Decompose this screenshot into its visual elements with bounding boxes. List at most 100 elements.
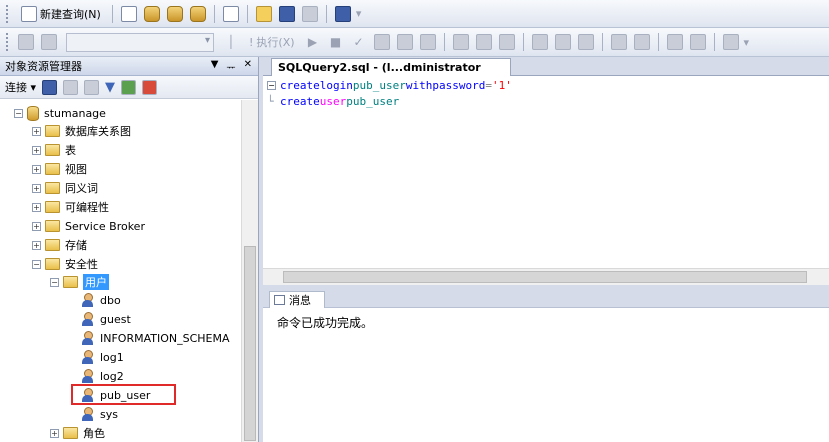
expand-icon[interactable]: +: [32, 145, 41, 155]
cancel-query-button[interactable]: ■: [326, 32, 346, 52]
activity-monitor-button[interactable]: [333, 4, 353, 24]
dmx-query-button[interactable]: [188, 4, 208, 24]
keyword: create: [280, 79, 320, 92]
tree-node-views[interactable]: + 视图: [32, 160, 87, 178]
tree-node-service-broker[interactable]: + Service Broker: [32, 217, 145, 235]
tree-node-security[interactable]: − 安全性: [32, 255, 98, 273]
editor-horizontal-scrollbar[interactable]: [263, 268, 829, 285]
code-line-1[interactable]: − create login pub_user with password = '…: [267, 78, 512, 93]
new-query-icon[interactable]: [142, 79, 158, 95]
folder-icon: [45, 125, 60, 137]
code-line-2[interactable]: └ create user pub_user: [267, 94, 399, 109]
sql-editor[interactable]: − create login pub_user with password = '…: [263, 76, 829, 274]
toolbar-overflow-icon[interactable]: ▾: [744, 36, 750, 49]
folder-icon: [45, 220, 60, 232]
collapse-region-icon[interactable]: −: [267, 81, 276, 90]
tree-node-users[interactable]: − 用户: [50, 273, 109, 291]
toolbar-separator: [601, 33, 603, 51]
user-icon: [81, 293, 95, 307]
expand-icon[interactable]: +: [32, 183, 41, 193]
connect-server-icon[interactable]: [42, 79, 58, 95]
parse-button[interactable]: ✓: [349, 32, 369, 52]
keyword: create: [280, 95, 320, 108]
scrollbar-thumb[interactable]: [244, 246, 256, 441]
tab-sqlquery2[interactable]: SQLQuery2.sql - (l...dministrator (54))*: [271, 58, 511, 87]
open-folder-icon: [255, 5, 272, 22]
uncomment-button[interactable]: [632, 32, 652, 52]
include-plan-button[interactable]: [474, 32, 494, 52]
change-connection-button[interactable]: [39, 32, 59, 52]
expand-icon[interactable]: +: [32, 202, 41, 212]
tree-node-synonyms[interactable]: + 同义词: [32, 179, 98, 197]
connect-dropdown[interactable]: 连接 ▾: [5, 79, 36, 95]
tree-node-tables[interactable]: + 表: [32, 141, 76, 159]
tree-node-user-dbo[interactable]: dbo: [81, 291, 121, 309]
scrollbar-thumb[interactable]: [283, 271, 807, 283]
tree-node-database[interactable]: − stumanage: [14, 104, 106, 122]
decrease-indent-button[interactable]: [665, 32, 685, 52]
open-file-button[interactable]: [254, 4, 274, 24]
debug-button[interactable]: ▶: [303, 32, 323, 52]
window-position-icon[interactable]: ▼: [211, 59, 219, 74]
mdx-query-button[interactable]: [165, 4, 185, 24]
available-databases-select[interactable]: [66, 32, 214, 52]
pin-icon[interactable]: ᅲ: [226, 59, 235, 74]
expand-icon[interactable]: +: [32, 164, 41, 174]
query-options-button[interactable]: [418, 32, 438, 52]
tree-node-label: 数据库关系图: [65, 125, 131, 138]
object-explorer-scrollbar[interactable]: [241, 100, 258, 442]
new-file-icon: [222, 5, 239, 22]
increase-indent-button[interactable]: [688, 32, 708, 52]
new-file-button[interactable]: [221, 4, 241, 24]
save-button[interactable]: [277, 4, 297, 24]
toolbar-grip[interactable]: [6, 33, 10, 51]
object-explorer-titlebar: 对象资源管理器 ▼ ᅲ ✕: [0, 57, 258, 76]
user-label: dbo: [100, 293, 121, 307]
database-icon: [27, 105, 39, 121]
folder-icon: [45, 163, 60, 175]
disconnect-icon[interactable]: [63, 79, 79, 95]
filter-icon[interactable]: ▼: [105, 80, 115, 95]
tree-node-programmability[interactable]: + 可编程性: [32, 198, 109, 216]
query-designer-button[interactable]: [395, 32, 415, 52]
tree-node-storage[interactable]: + 存储: [32, 236, 87, 254]
folder-open-icon: [63, 276, 78, 288]
results-to-file-button[interactable]: [576, 32, 596, 52]
folder-open-icon: [45, 258, 60, 270]
identifier: pub_user: [352, 79, 406, 92]
intellisense-button[interactable]: [451, 32, 471, 52]
tree-node-user-log1[interactable]: log1: [81, 348, 124, 366]
database-engine-query-button[interactable]: [119, 4, 139, 24]
analysis-query-button[interactable]: [142, 4, 162, 24]
stop-icon[interactable]: [84, 79, 100, 95]
execute-button[interactable]: ! 执行(X): [244, 32, 300, 52]
options-icon: [419, 34, 436, 50]
collapse-icon[interactable]: −: [50, 277, 59, 287]
print-button[interactable]: [300, 4, 320, 24]
new-query-button[interactable]: 新建查询(N): [16, 4, 106, 24]
connect-button[interactable]: [16, 32, 36, 52]
results-to-text-button[interactable]: [530, 32, 550, 52]
collapse-icon[interactable]: −: [32, 259, 41, 269]
collapse-icon[interactable]: −: [14, 108, 23, 118]
tree-node-user-information-schema[interactable]: INFORMATION_SCHEMA: [81, 329, 230, 347]
tree-node-roles[interactable]: + 角色: [50, 424, 105, 442]
specify-values-button[interactable]: [721, 32, 741, 52]
tree-node-user-log2[interactable]: log2: [81, 367, 124, 385]
tab-messages[interactable]: 消息: [269, 291, 325, 308]
tree-node-diagrams[interactable]: + 数据库关系图: [32, 122, 131, 140]
expand-icon[interactable]: +: [32, 126, 41, 136]
close-icon[interactable]: ✕: [244, 59, 252, 74]
expand-icon[interactable]: +: [32, 221, 41, 231]
toolbar-grip[interactable]: [6, 4, 10, 23]
toolbar-overflow-icon[interactable]: ▾: [356, 7, 362, 20]
expand-icon[interactable]: +: [32, 240, 41, 250]
display-plan-button[interactable]: [372, 32, 392, 52]
tree-node-user-guest[interactable]: guest: [81, 310, 131, 328]
results-to-grid-button[interactable]: [553, 32, 573, 52]
refresh-icon[interactable]: [121, 79, 137, 95]
client-stats-button[interactable]: [497, 32, 517, 52]
expand-icon[interactable]: +: [50, 428, 59, 438]
tree-node-user-sys[interactable]: sys: [81, 405, 118, 423]
comment-button[interactable]: [609, 32, 629, 52]
